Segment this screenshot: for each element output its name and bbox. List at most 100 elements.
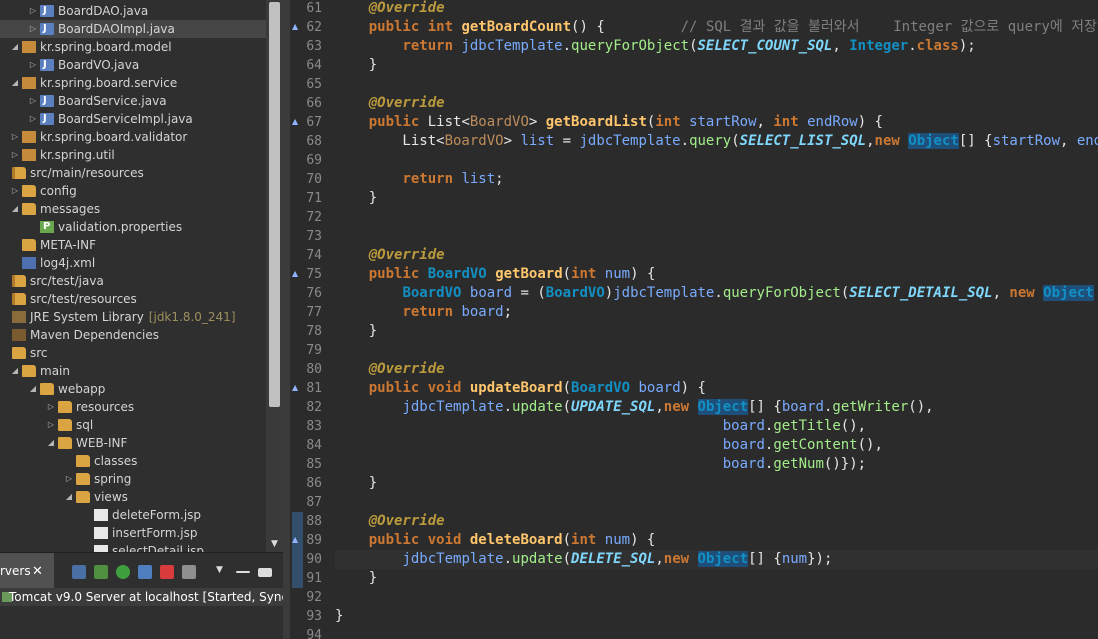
code-line[interactable]: board.getContent(), (335, 436, 1098, 455)
code-line[interactable] (335, 75, 1098, 94)
debug-icon[interactable] (94, 565, 108, 579)
tree-item[interactable]: ▷ BoardDAOImpl.java (0, 20, 266, 38)
tree-item[interactable]: ▷ config (0, 182, 266, 200)
code-line[interactable]: public int getBoardCount() { // SQL 결과 값… (335, 18, 1098, 37)
code-line[interactable] (335, 493, 1098, 512)
tree-item[interactable]: insertForm.jsp (0, 524, 266, 542)
code-area[interactable]: @Override public int getBoardCount() { /… (335, 0, 1098, 639)
code-line[interactable]: @Override (335, 0, 1098, 18)
collapsed-arrow-icon[interactable]: ▷ (28, 56, 38, 74)
tree-item[interactable]: ▷ sql (0, 416, 266, 434)
minimize-icon[interactable] (236, 571, 250, 573)
tree-item[interactable]: deleteForm.jsp (0, 506, 266, 524)
view-menu-icon[interactable]: ▼ (216, 565, 230, 579)
code-line[interactable]: return board; (335, 303, 1098, 322)
tree-item[interactable]: ▷ BoardDAO.java (0, 2, 266, 20)
code-line[interactable]: board.getNum()}); (335, 455, 1098, 474)
collapsed-arrow-icon[interactable]: ▷ (10, 182, 20, 200)
collapsed-arrow-icon[interactable]: ▷ (46, 416, 56, 434)
tree-item[interactable]: ▷ BoardService.java (0, 92, 266, 110)
code-line[interactable] (335, 588, 1098, 607)
tree-item[interactable]: JRE System Library [jdk1.8.0_241] (0, 308, 266, 326)
tree-item[interactable]: src/test/resources (0, 290, 266, 308)
code-line[interactable]: } (335, 322, 1098, 341)
tree-item[interactable]: ▷ BoardServiceImpl.java (0, 110, 266, 128)
tree-item[interactable]: ▷ kr.spring.util (0, 146, 266, 164)
profile-icon[interactable] (138, 565, 152, 579)
code-line[interactable] (335, 208, 1098, 227)
code-line[interactable]: } (335, 569, 1098, 588)
explorer-scroll-thumb[interactable] (269, 2, 280, 407)
expanded-arrow-icon[interactable]: ◢ (28, 380, 38, 398)
start-icon[interactable] (116, 565, 130, 579)
tree-item[interactable]: META-INF (0, 236, 266, 254)
code-line[interactable]: return jdbcTemplate.queryForObject(SELEC… (335, 37, 1098, 56)
tree-item[interactable]: ▷ BoardVO.java (0, 56, 266, 74)
override-marker-icon[interactable]: ▲ (292, 22, 302, 32)
scroll-down-icon[interactable]: ▼ (269, 539, 280, 550)
explorer-scrollbar[interactable]: ▼ (266, 0, 283, 552)
tree-item[interactable]: ▷ spring (0, 470, 266, 488)
collapsed-arrow-icon[interactable]: ▷ (10, 128, 20, 146)
server-row[interactable]: Tomcat v9.0 Server at localhost [Started… (0, 588, 283, 606)
code-line[interactable]: public List<BoardVO> getBoardList(int st… (335, 113, 1098, 132)
override-marker-icon[interactable]: ▲ (292, 117, 302, 127)
code-line[interactable]: board.getTitle(), (335, 417, 1098, 436)
code-line[interactable]: jdbcTemplate.update(DELETE_SQL,new Objec… (335, 550, 1098, 569)
tree-item[interactable]: ▷ resources (0, 398, 266, 416)
code-line[interactable]: } (335, 474, 1098, 493)
publish-icon[interactable] (182, 565, 196, 579)
close-icon[interactable]: ✕ (32, 553, 43, 590)
stop-icon[interactable] (160, 565, 174, 579)
tree-item[interactable]: ◢ messages (0, 200, 266, 218)
override-marker-icon[interactable]: ▲ (292, 269, 302, 279)
expanded-arrow-icon[interactable]: ◢ (10, 200, 20, 218)
code-editor[interactable]: 61 62 ▲ 63 64 65 66 67 ▲ 68 69 70 71 72 73 74 75 ▲ 76 77 78 7… (290, 0, 1098, 639)
code-line[interactable]: List<BoardVO> list = jdbcTemplate.query(… (335, 132, 1098, 151)
override-marker-icon[interactable]: ▲ (292, 535, 302, 545)
tree-item[interactable]: validation.properties (0, 218, 266, 236)
code-line[interactable]: @Override (335, 360, 1098, 379)
servers-tab[interactable]: rvers ✕ (0, 553, 54, 590)
expanded-arrow-icon[interactable]: ◢ (46, 434, 56, 452)
tree-item[interactable]: src/main/resources (0, 164, 266, 182)
expanded-arrow-icon[interactable]: ◢ (64, 488, 74, 506)
collapsed-arrow-icon[interactable]: ▷ (28, 92, 38, 110)
tree-item[interactable]: classes (0, 452, 266, 470)
expanded-arrow-icon[interactable]: ◢ (10, 362, 20, 380)
code-line[interactable]: } (335, 56, 1098, 75)
code-line[interactable]: public BoardVO getBoard(int num) { (335, 265, 1098, 284)
collapsed-arrow-icon[interactable]: ▷ (46, 398, 56, 416)
tree-item[interactable]: ◢ main (0, 362, 266, 380)
code-line[interactable]: public void deleteBoard(int num) { (335, 531, 1098, 550)
pane-splitter[interactable] (283, 0, 290, 639)
tree-item[interactable]: ◢ webapp (0, 380, 266, 398)
code-line[interactable]: public void updateBoard(BoardVO board) { (335, 379, 1098, 398)
code-line[interactable] (335, 341, 1098, 360)
tree-item[interactable]: selectDetail.jsp (0, 542, 266, 552)
tree-item[interactable]: ▷ kr.spring.board.validator (0, 128, 266, 146)
expanded-arrow-icon[interactable]: ◢ (10, 38, 20, 56)
tree-item[interactable]: ◢ kr.spring.board.service (0, 74, 266, 92)
tree-item[interactable]: ◢ views (0, 488, 266, 506)
code-line[interactable]: @Override (335, 512, 1098, 531)
code-line[interactable] (335, 626, 1098, 639)
tree-item[interactable]: src/test/java (0, 272, 266, 290)
tree-item[interactable]: ◢ kr.spring.board.model (0, 38, 266, 56)
code-line[interactable]: jdbcTemplate.update(UPDATE_SQL,new Objec… (335, 398, 1098, 417)
code-line[interactable]: } (335, 607, 1098, 626)
tree-item[interactable]: src (0, 344, 266, 362)
code-line[interactable] (335, 151, 1098, 170)
code-line[interactable]: } (335, 189, 1098, 208)
tree-item[interactable]: log4j.xml (0, 254, 266, 272)
tree-item[interactable]: ◢ WEB-INF (0, 434, 266, 452)
tree-item[interactable]: Maven Dependencies (0, 326, 266, 344)
code-line[interactable]: BoardVO board = (BoardVO)jdbcTemplate.qu… (335, 284, 1098, 303)
collapsed-arrow-icon[interactable]: ▷ (28, 2, 38, 20)
code-line[interactable]: return list; (335, 170, 1098, 189)
collapsed-arrow-icon[interactable]: ▷ (64, 470, 74, 488)
maximize-icon[interactable] (258, 568, 272, 577)
collapsed-arrow-icon[interactable]: ▷ (28, 110, 38, 128)
code-line[interactable]: @Override (335, 94, 1098, 113)
collapsed-arrow-icon[interactable]: ▷ (10, 146, 20, 164)
